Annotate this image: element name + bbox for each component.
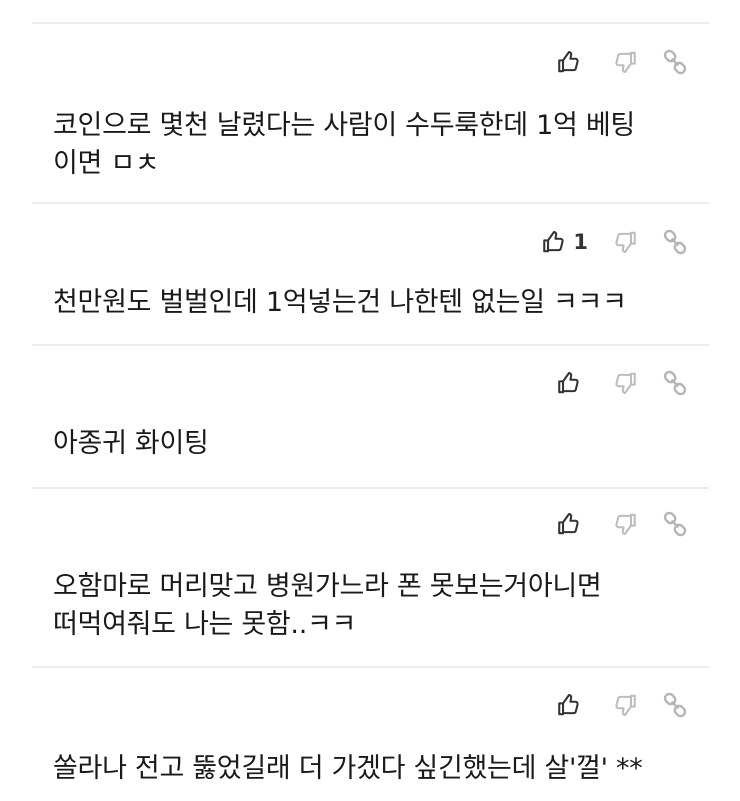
link-icon [662,370,688,396]
like-button[interactable] [556,688,588,722]
share-link-button[interactable] [662,225,688,259]
thumbs-up-icon [556,511,582,537]
thumbs-up-icon [556,49,582,75]
link-icon [662,511,688,537]
dislike-button[interactable] [612,688,638,722]
comment-actions [556,507,688,541]
share-link-button[interactable] [662,507,688,541]
share-link-button[interactable] [662,366,688,400]
comment-text: 코인으로 몇천 날렸다는 사람이 수두룩한데 1억 베팅 이면 ㅁㅊ [53,110,635,179]
dislike-button[interactable] [612,225,638,259]
comment-actions [556,45,688,79]
comment-text: 아종귀 화이팅 [53,428,209,459]
thumbs-down-icon [612,511,638,537]
thumbs-up-icon [556,370,582,396]
thumbs-down-icon [612,692,638,718]
link-icon [662,49,688,75]
comment-text: 천만원도 벌벌인데 1억넣는건 나한텐 없는일 ㅋㅋㅋ [53,287,627,318]
comment-divider [32,22,709,24]
thumbs-down-icon [612,229,638,255]
comment-divider [32,487,709,489]
comment-divider [32,202,709,204]
thumbs-up-icon [541,229,567,255]
dislike-button[interactable] [612,366,638,400]
like-button[interactable] [556,366,588,400]
like-button[interactable] [556,507,588,541]
link-icon [662,692,688,718]
comment-divider [32,344,709,346]
share-link-button[interactable] [662,688,688,722]
link-icon [662,229,688,255]
comment-text: 쏠라나 전고 뚫었길래 더 가겠다 싶긴했는데 살'껄' ** [53,753,643,784]
share-link-button[interactable] [662,45,688,79]
comment-actions [556,366,688,400]
dislike-button[interactable] [612,45,638,79]
thumbs-down-icon [612,49,638,75]
thumbs-up-icon [556,692,582,718]
like-button[interactable]: 1 [541,225,588,259]
like-count: 1 [573,230,588,254]
thumbs-down-icon [612,370,638,396]
comment-actions: 1 [541,225,688,259]
comment-divider [32,666,709,668]
comment-text: 오함마로 머리맞고 병원가느라 폰 못보는거아니면 떠먹여줘도 나는 못함..ㅋ… [53,571,602,640]
dislike-button[interactable] [612,507,638,541]
comment-actions [556,688,688,722]
like-button[interactable] [556,45,588,79]
